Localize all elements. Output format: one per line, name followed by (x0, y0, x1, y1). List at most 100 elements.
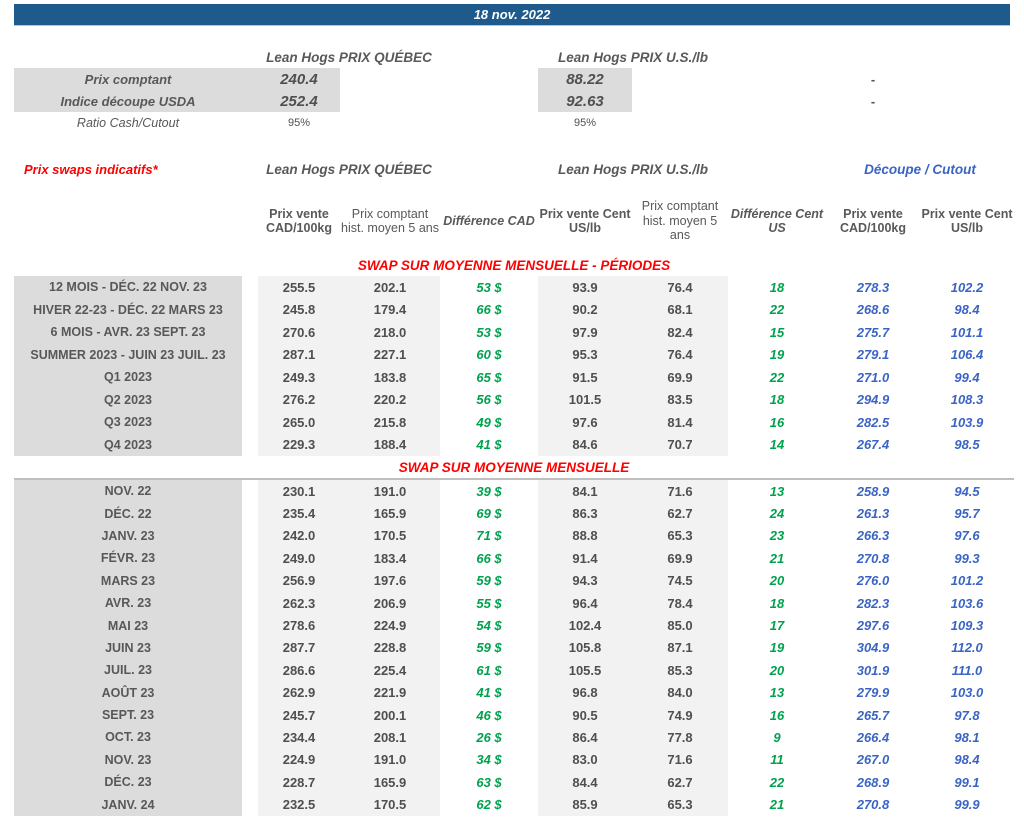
cell-prix-vente-cad: 262.3 (258, 591, 340, 615)
cell-prix-vente-cad: 228.7 (258, 771, 340, 794)
cell-cutout-us: 98.4 (954, 752, 980, 768)
cell-prix-comptant-hist-us: 70.7 (632, 433, 728, 456)
cell-prix-vente-us: 96.4 (538, 591, 632, 615)
cell-difference-us: 13 (769, 483, 785, 499)
cell-prix-vente-us: 90.2 (538, 298, 632, 321)
cell-difference-us: 22 (769, 774, 785, 790)
row-label: 12 MOIS - DÉC. 22 NOV. 23 (14, 276, 242, 299)
table-row: DÉC. 22 235.4 165.9 69 $ 86.3 62.7 24 26… (14, 502, 1014, 525)
column-header-spacer (14, 188, 242, 254)
row-gap (242, 659, 258, 681)
cell-difference-cad: 59 $ (476, 640, 502, 656)
cell-cutout-cad: 282.3 (856, 595, 890, 611)
cell-difference-us: 13 (769, 685, 785, 701)
cell-prix-vente-cad: 278.6 (258, 614, 340, 637)
cell-difference-cad: 56 $ (476, 392, 502, 408)
monthly-table: NOV. 22 230.1 191.0 39 $ 84.1 71.6 13 25… (14, 480, 1024, 816)
cell-prix-comptant-hist-cad: 188.4 (340, 433, 440, 456)
row-gap (242, 502, 258, 524)
cell-prix-comptant-hist-us: 65.3 (632, 524, 728, 548)
row-label: DÉC. 22 (14, 502, 242, 525)
cell-prix-comptant-hist-us: 74.9 (632, 703, 728, 727)
swaps-title: Prix swaps indicatifs* (24, 161, 158, 177)
cell-cutout-cad: 276.0 (856, 573, 890, 589)
cell-cutout-us: 109.3 (950, 618, 984, 634)
column-header-prix-vente-us: Prix vente Cent US/lb (539, 206, 631, 235)
spot-dash (826, 112, 920, 134)
cell-cutout-us: 101.2 (950, 573, 984, 589)
cell-prix-comptant-hist-cad: 179.4 (340, 298, 440, 321)
cell-prix-vente-cad: 230.1 (258, 480, 340, 503)
cell-difference-us: 18 (769, 392, 785, 408)
column-header-cutout-us: Prix vente Cent US/lb (921, 206, 1013, 235)
cell-prix-vente-us: 105.8 (538, 636, 632, 660)
cell-prix-comptant-hist-us: 78.4 (632, 591, 728, 615)
cell-prix-vente-cad: 276.2 (258, 388, 340, 411)
spot-section-headers: Lean Hogs PRIX QUÉBEC Lean Hogs PRIX U.S… (14, 46, 1014, 68)
spot-us-value: 88.22 (538, 68, 632, 90)
column-header-cutout-cad: Prix vente CAD/100kg (840, 206, 906, 235)
table-row: JANV. 23 242.0 170.5 71 $ 88.8 65.3 23 2… (14, 524, 1014, 548)
cell-prix-comptant-hist-cad: 227.1 (340, 343, 440, 366)
cell-prix-vente-us: 85.9 (538, 793, 632, 816)
cell-cutout-cad: 267.0 (856, 752, 890, 768)
cell-difference-us: 22 (769, 369, 785, 385)
table-row: 6 MOIS - AVR. 23 SEPT. 23 270.6 218.0 53… (14, 321, 1014, 344)
row-label: HIVER 22-23 - DÉC. 22 MARS 23 (14, 298, 242, 321)
cell-difference-cad: 66 $ (476, 302, 502, 318)
spot-row-prix-comptant: Prix comptant 240.4 88.22 - (14, 68, 1014, 90)
row-gap (242, 570, 258, 592)
cell-cutout-cad: 297.6 (856, 618, 890, 634)
cell-prix-vente-cad: 249.0 (258, 547, 340, 570)
row-label: SEPT. 23 (14, 703, 242, 727)
cell-prix-comptant-hist-cad: 183.4 (340, 547, 440, 570)
cell-difference-us: 18 (769, 279, 785, 295)
table-row: JUIN 23 287.7 228.8 59 $ 105.8 87.1 19 3… (14, 636, 1014, 660)
cell-prix-vente-us: 105.5 (538, 659, 632, 682)
cell-cutout-cad: 267.4 (856, 437, 890, 453)
cell-difference-us: 22 (769, 302, 785, 318)
cell-prix-vente-cad: 270.6 (258, 321, 340, 344)
cell-cutout-cad: 258.9 (856, 483, 890, 499)
row-gap (242, 321, 258, 344)
cell-cutout-us: 106.4 (950, 347, 984, 363)
cell-cutout-cad: 266.3 (856, 528, 890, 544)
spot-quebec-value: 240.4 (258, 68, 340, 90)
cell-cutout-us: 95.7 (954, 506, 980, 522)
us-swaps-header: Lean Hogs PRIX U.S./lb (557, 161, 709, 177)
swaps-section-headers: Prix swaps indicatifs* Lean Hogs PRIX QU… (14, 158, 1014, 180)
table-row: Q2 2023 276.2 220.2 56 $ 101.5 83.5 18 2… (14, 388, 1014, 411)
cell-difference-us: 15 (769, 324, 785, 340)
cell-prix-vente-us: 96.8 (538, 681, 632, 704)
cell-cutout-cad: 271.0 (856, 369, 890, 385)
cell-prix-comptant-hist-us: 76.4 (632, 276, 728, 299)
cell-prix-vente-us: 84.4 (538, 771, 632, 794)
cell-cutout-us: 97.6 (954, 528, 980, 544)
cell-prix-vente-us: 83.0 (538, 748, 632, 772)
spot-quebec-value: 95% (287, 117, 311, 129)
table-row: HIVER 22-23 - DÉC. 22 MARS 23 245.8 179.… (14, 298, 1014, 322)
row-gap (242, 299, 258, 322)
table-row: NOV. 22 230.1 191.0 39 $ 84.1 71.6 13 25… (14, 480, 1014, 503)
row-gap (242, 366, 258, 389)
cell-cutout-cad: 268.6 (856, 302, 890, 318)
cell-difference-us: 16 (769, 414, 785, 430)
cutout-header: Découpe / Cutout (864, 161, 976, 177)
cell-difference-us: 16 (769, 707, 785, 723)
table-row: JUIL. 23 286.6 225.4 61 $ 105.5 85.3 20 … (14, 659, 1014, 682)
spot-dash: - (870, 71, 876, 87)
cell-cutout-cad: 282.5 (856, 414, 890, 430)
row-gap (242, 411, 258, 434)
row-label: Q3 2023 (14, 411, 242, 434)
cell-prix-comptant-hist-cad: 228.8 (340, 636, 440, 660)
row-label: JUIN 23 (14, 636, 242, 660)
spot-dash: - (870, 93, 876, 109)
cell-cutout-cad: 270.8 (856, 797, 890, 813)
quebec-swaps-header: Lean Hogs PRIX QUÉBEC (266, 161, 432, 177)
cell-difference-us: 21 (769, 797, 785, 813)
cell-difference-us: 17 (769, 618, 785, 634)
cell-prix-comptant-hist-cad: 208.1 (340, 726, 440, 749)
cell-cutout-us: 103.6 (950, 595, 984, 611)
cell-difference-us: 24 (769, 506, 785, 522)
cell-difference-cad: 49 $ (476, 414, 502, 430)
